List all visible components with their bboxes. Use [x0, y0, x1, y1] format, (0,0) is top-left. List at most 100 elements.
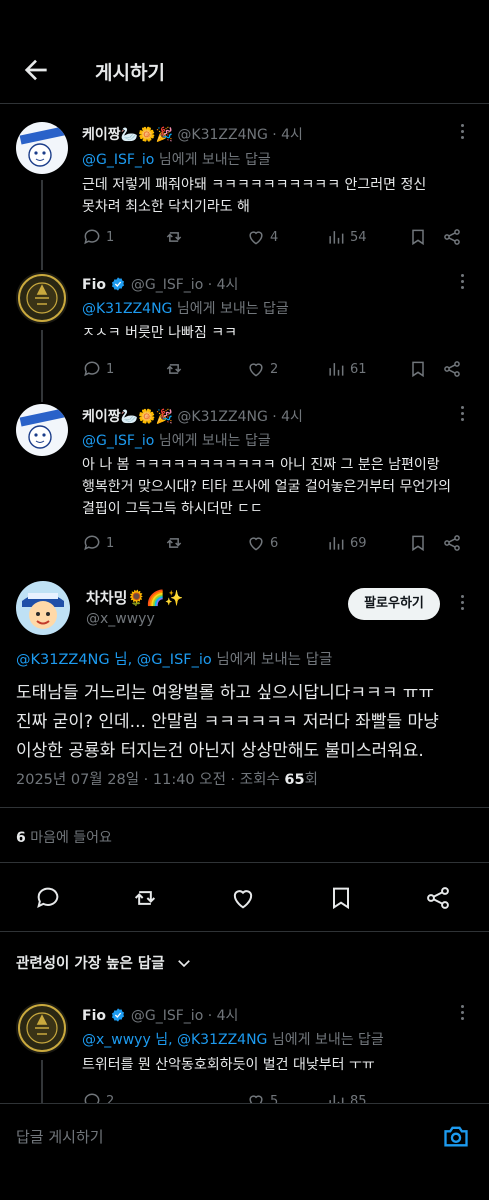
mention-link[interactable]: @x_wwyy 님, @K31ZZ4NG — [82, 1032, 267, 1048]
timestamp: · 4시 — [207, 1008, 239, 1024]
share-icon[interactable] — [424, 884, 452, 912]
text-line: 아 나 봄 ㅋㅋㅋㅋㅋㅋㅋㅋㅋㅋㅋ 아니 진짜 그 분은 남편이랑 — [82, 457, 440, 473]
retweet-button[interactable] — [164, 358, 184, 380]
heart-icon — [249, 231, 263, 245]
reply-to-suffix: 님에게 보내는 답글 — [154, 433, 271, 449]
reply-item[interactable]: 케이짱🦢🌼🎉 @K31ZZ4NG · 4시 @G_ISF_io 님에게 보내는 … — [0, 104, 489, 270]
heart-icon — [249, 537, 263, 551]
mention-link[interactable]: @G_ISF_io — [82, 152, 154, 168]
heart-icon[interactable] — [229, 884, 257, 912]
reply-item[interactable]: Fio @G_ISF_io · 4시 @K31ZZ4NG 님에게 보내는 답글 … — [0, 264, 489, 402]
reply-item[interactable]: 케이짱🦢🌼🎉 @K31ZZ4NG · 4시 @G_ISF_io 님에게 보내는 … — [0, 392, 489, 574]
reply-composer: 답글 게시하기 — [0, 1103, 489, 1200]
avatar[interactable] — [16, 581, 70, 635]
main-action-bar — [0, 880, 489, 916]
chevron-down-icon — [177, 959, 190, 967]
avatar[interactable] — [16, 122, 68, 174]
share-button[interactable] — [442, 532, 462, 554]
text-line: ㅈㅅㅋ 버릇만 나빠짐 ㅋㅋ — [82, 325, 238, 341]
retweet-button[interactable] — [164, 226, 184, 248]
action-bar: 2 5 85 — [82, 1090, 472, 1103]
more-icon[interactable] — [459, 274, 465, 294]
likes-count: 6 — [16, 830, 26, 846]
bookmark-button[interactable] — [408, 226, 428, 248]
text-line: 진짜 굳이? 인데... 안말림 ㅋㅋㅋㅋㅋㅋ 저러다 좌빨들 마냥 — [16, 712, 439, 732]
handle[interactable]: @G_ISF_io — [131, 1008, 203, 1024]
heart-icon — [249, 1095, 263, 1103]
reply-text: ㅈㅅㅋ 버릇만 나빠짐 ㅋㅋ — [82, 322, 472, 344]
like-button[interactable]: 5 — [246, 1090, 278, 1103]
avatar[interactable] — [16, 404, 68, 456]
like-button[interactable]: 6 — [246, 532, 278, 554]
mention-link[interactable]: @K31ZZ4NG — [82, 301, 172, 317]
display-name[interactable]: 케이짱 — [82, 409, 121, 425]
display-name[interactable]: 차차밍 — [86, 589, 127, 607]
likes-summary[interactable]: 6 마음에 들어요 — [16, 827, 112, 847]
reply-icon[interactable] — [34, 884, 62, 912]
views-button[interactable]: 85 — [326, 1090, 367, 1103]
sort-selector[interactable]: 관련성이 가장 높은 답글 — [16, 952, 193, 973]
timestamp: · 4시 — [272, 409, 303, 425]
action-bar: 1 4 54 — [82, 226, 472, 248]
share-button[interactable] — [442, 358, 462, 380]
like-button[interactable]: 2 — [246, 358, 278, 380]
more-icon[interactable] — [459, 595, 465, 615]
avatar[interactable] — [16, 1002, 68, 1054]
reply-to-suffix: 님에게 보내는 답글 — [211, 652, 333, 668]
author-name-row: 차차밍🌻🌈✨ — [86, 587, 183, 608]
action-bar: 1 6 69 — [82, 532, 472, 554]
back-arrow-icon[interactable] — [20, 54, 52, 86]
divider — [0, 931, 489, 932]
like-button[interactable]: 4 — [246, 226, 278, 248]
more-icon[interactable] — [459, 124, 465, 144]
mention-link[interactable]: @K31ZZ4NG 님, @G_ISF_io — [16, 652, 212, 668]
more-icon[interactable] — [459, 1005, 465, 1025]
retweet-icon — [166, 364, 182, 374]
reply-to-line: @K31ZZ4NG 님에게 보내는 답글 — [82, 298, 289, 318]
reply-icon — [84, 1093, 100, 1103]
reply-input[interactable]: 답글 게시하기 — [16, 1126, 104, 1147]
camera-icon[interactable] — [442, 1122, 470, 1150]
reply-header: 케이짱🦢🌼🎉 @K31ZZ4NG · 4시 — [82, 406, 303, 426]
retweet-icon[interactable] — [131, 884, 159, 912]
views-button[interactable]: 61 — [326, 358, 367, 380]
reply-button[interactable]: 1 — [82, 226, 114, 248]
display-name[interactable]: Fio — [82, 1008, 106, 1024]
views-icon — [329, 537, 344, 550]
text-line: 못차려 최소한 닥치기라도 해 — [82, 199, 250, 215]
page-title: 게시하기 — [95, 62, 165, 84]
bookmark-button[interactable] — [408, 532, 428, 554]
retweet-button[interactable] — [164, 532, 184, 554]
reply-to-line: @x_wwyy 님, @K31ZZ4NG 님에게 보내는 답글 — [82, 1029, 384, 1049]
handle[interactable]: @K31ZZ4NG — [177, 127, 267, 143]
display-name[interactable]: Fio — [82, 277, 106, 293]
sort-label: 관련성이 가장 높은 답글 — [16, 956, 165, 972]
bookmark-icon[interactable] — [327, 884, 355, 912]
views-icon — [329, 231, 344, 244]
post-text: 도태남들 거느리는 여왕벌롤 하고 싶으시답니다ㅋㅋㅋ ㅠㅠ 진짜 굳이? 인데… — [16, 679, 481, 766]
views-button[interactable]: 69 — [326, 532, 367, 554]
reply-text: 아 나 봄 ㅋㅋㅋㅋㅋㅋㅋㅋㅋㅋㅋ 아니 진짜 그 분은 남편이랑 행복한거 맞… — [82, 454, 472, 520]
bookmark-button[interactable] — [408, 358, 428, 380]
display-name[interactable]: 케이짱 — [82, 127, 121, 143]
reply-item[interactable]: Fio @G_ISF_io · 4시 @x_wwyy 님, @K31ZZ4NG … — [0, 994, 489, 1103]
follow-button[interactable]: 팔로우하기 — [348, 588, 440, 620]
views-button[interactable]: 54 — [326, 226, 367, 248]
reply-header: Fio @G_ISF_io · 4시 — [82, 1005, 238, 1025]
avatar[interactable] — [16, 272, 68, 324]
reply-button[interactable]: 1 — [82, 358, 114, 380]
handle[interactable]: @K31ZZ4NG — [177, 409, 267, 425]
view-count: 85 — [350, 1093, 367, 1104]
divider — [0, 862, 489, 863]
share-button[interactable] — [442, 226, 462, 248]
reply-button[interactable]: 2 — [82, 1090, 114, 1103]
handle[interactable]: @G_ISF_io — [131, 277, 203, 293]
heart-icon — [249, 363, 263, 377]
reply-button[interactable]: 1 — [82, 532, 114, 554]
bookmark-icon — [412, 229, 424, 246]
mention-link[interactable]: @G_ISF_io — [82, 433, 154, 449]
thread-line — [41, 1060, 43, 1103]
retweet-icon — [166, 538, 182, 548]
handle[interactable]: @x_wwyy — [86, 611, 155, 627]
more-icon[interactable] — [459, 406, 465, 426]
